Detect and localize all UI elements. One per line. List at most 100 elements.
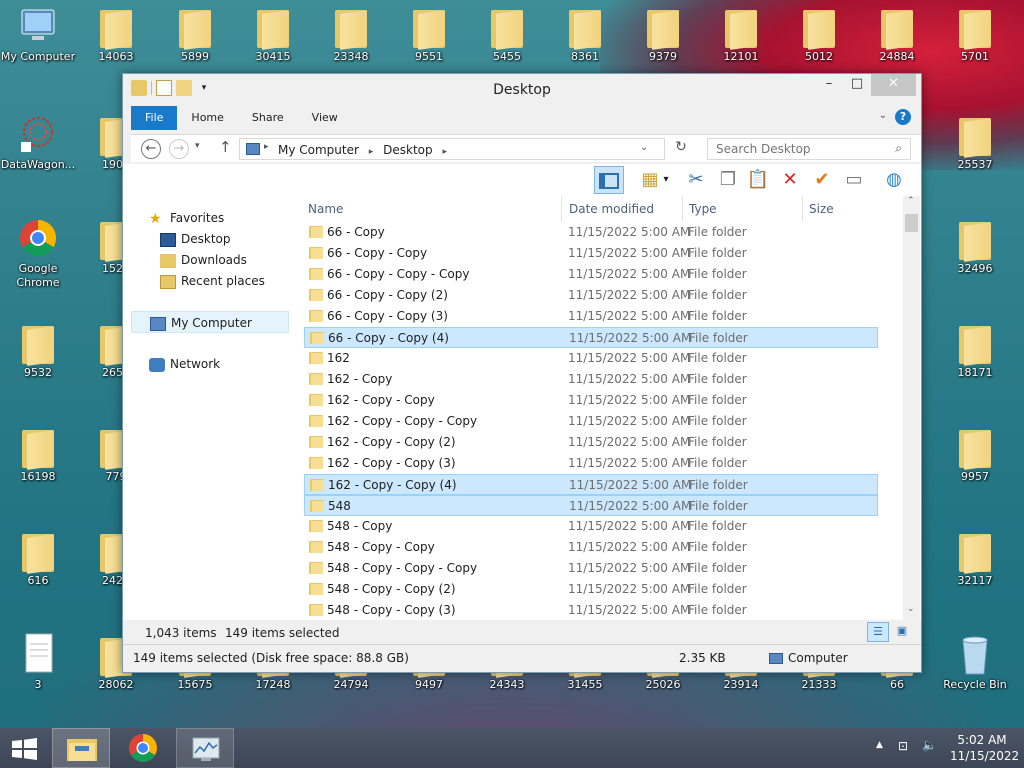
folder-icon <box>413 10 445 50</box>
column-size[interactable]: Size <box>809 202 834 216</box>
table-row[interactable]: 66 - Copy - Copy (4) 11/15/2022 5:00 AM Fi… <box>304 327 878 348</box>
tab-home[interactable]: Home <box>177 106 237 130</box>
nav-recent-places[interactable]: Recent places <box>160 270 265 292</box>
up-button[interactable]: ↑ <box>219 138 232 156</box>
vertical-scrollbar[interactable]: ⌃ ⌄ <box>903 196 920 620</box>
desktop-folder[interactable]: 9957 <box>937 424 1013 484</box>
table-row[interactable]: 548 - Copy - Copy - Copy 11/15/2022 5:00 … <box>304 558 878 579</box>
nav-favorites[interactable]: ★ Favorites <box>149 207 224 229</box>
help-icon[interactable]: ? <box>895 109 911 125</box>
search-icon[interactable]: ⌕ <box>895 141 902 156</box>
desktop-folder[interactable]: 23348 <box>313 4 389 64</box>
table-row[interactable]: 66 - Copy - Copy (3) 11/15/2022 5:00 AM Fi… <box>304 306 878 327</box>
desktop-folder[interactable]: 5701 <box>937 4 1013 64</box>
copy-icon[interactable]: ❐ <box>713 166 743 194</box>
desktop-folder[interactable]: 14063 <box>78 4 154 64</box>
expand-ribbon-icon[interactable]: ⌄ <box>879 110 887 121</box>
desktop-folder[interactable]: 9532 <box>0 320 76 380</box>
column-name[interactable]: Name <box>308 202 343 216</box>
desktop-folder[interactable]: 30415 <box>235 4 311 64</box>
desktop-google-chrome[interactable]: Google Chrome <box>0 216 76 290</box>
scroll-up-icon[interactable]: ⌃ <box>907 196 915 206</box>
show-hidden-icons[interactable]: ▲ <box>876 740 883 750</box>
title-bar[interactable]: ▾ Desktop – □ ✕ <box>123 74 921 105</box>
table-row[interactable]: 162 - Copy - Copy 11/15/2022 5:00 AM File … <box>304 390 878 411</box>
desktop-folder[interactable]: 18171 <box>937 320 1013 380</box>
table-row[interactable]: 162 - Copy - Copy (2) 11/15/2022 5:00 AM F… <box>304 432 878 453</box>
column-date-modified[interactable]: Date modified <box>569 202 654 216</box>
preview-pane-button[interactable] <box>594 166 624 194</box>
desktop-folder[interactable]: 9379 <box>625 4 701 64</box>
nav-downloads[interactable]: Downloads <box>160 249 247 271</box>
cut-icon[interactable]: ✂ <box>681 166 711 194</box>
recent-locations-icon[interactable]: ▾ <box>195 141 200 151</box>
delete-icon[interactable]: ✕ <box>775 166 805 194</box>
table-row[interactable]: 162 11/15/2022 5:00 AM File folder <box>304 348 878 369</box>
details-view-button[interactable]: ☰ <box>867 622 889 642</box>
tab-share[interactable]: Share <box>238 106 298 130</box>
table-row[interactable]: 162 - Copy 11/15/2022 5:00 AM File folder <box>304 369 878 390</box>
close-button[interactable]: ✕ <box>871 74 916 96</box>
column-type[interactable]: Type <box>689 202 717 216</box>
table-row[interactable]: 548 - Copy - Copy 11/15/2022 5:00 AM File … <box>304 537 878 558</box>
table-row[interactable]: 66 - Copy 11/15/2022 5:00 AM File folder <box>304 222 878 243</box>
desktop-folder[interactable]: 8361 <box>547 4 623 64</box>
desktop-recycle-bin[interactable]: Recycle Bin <box>937 632 1013 692</box>
table-row[interactable]: 162 - Copy - Copy (4) 11/15/2022 5:00 AM F… <box>304 474 878 495</box>
desktop-my-computer[interactable]: My Computer <box>0 4 76 64</box>
properties-button-icon[interactable]: ▭ <box>839 166 869 194</box>
taskbar-file-explorer[interactable] <box>52 728 110 768</box>
table-row[interactable]: 162 - Copy - Copy (3) 11/15/2022 5:00 AM F… <box>304 453 878 474</box>
desktop-folder[interactable]: 24884 <box>859 4 935 64</box>
scroll-thumb[interactable] <box>905 214 918 232</box>
desktop-folder[interactable]: 16198 <box>0 424 76 484</box>
desktop-folder[interactable]: 9551 <box>391 4 467 64</box>
table-row[interactable]: 162 - Copy - Copy - Copy 11/15/2022 5:00 … <box>304 411 878 432</box>
address-bar[interactable]: ▸ My Computer ▸ Desktop ▸ ⌄ <box>239 138 665 160</box>
tab-view[interactable]: View <box>298 106 352 130</box>
table-row[interactable]: 66 - Copy - Copy - Copy 11/15/2022 5:00 A… <box>304 264 878 285</box>
volume-icon[interactable]: 🔈 <box>922 738 937 752</box>
desktop-folder[interactable]: 5899 <box>157 4 233 64</box>
address-dropdown-icon[interactable]: ⌄ <box>640 142 648 153</box>
desktop-folder[interactable]: 616 <box>0 528 76 588</box>
desktop-folder[interactable]: 5455 <box>469 4 545 64</box>
table-row[interactable]: 548 - Copy 11/15/2022 5:00 AM File folder <box>304 516 878 537</box>
network-tray-icon[interactable]: ⊡ <box>898 739 908 753</box>
desktop-datawagon[interactable]: DataWagon... <box>0 112 76 172</box>
nav-desktop[interactable]: Desktop <box>160 228 231 250</box>
desktop-file[interactable]: 3 <box>0 632 76 692</box>
taskbar-chrome[interactable] <box>114 728 172 768</box>
taskbar-performance-monitor[interactable] <box>176 728 234 768</box>
breadcrumb-desktop[interactable]: Desktop <box>383 143 433 157</box>
search-box[interactable]: ⌕ <box>707 138 911 160</box>
table-row[interactable]: 66 - Copy - Copy 11/15/2022 5:00 AM File f… <box>304 243 878 264</box>
paste-icon[interactable]: 📋 <box>743 166 773 194</box>
desktop-folder[interactable]: 12101 <box>703 4 779 64</box>
tab-file[interactable]: File <box>131 106 178 130</box>
breadcrumb-my-computer[interactable]: My Computer <box>278 143 359 157</box>
nav-my-computer[interactable]: My Computer <box>131 311 289 333</box>
network-globe-icon[interactable]: ◍ <box>879 166 909 194</box>
table-row[interactable]: 66 - Copy - Copy (2) 11/15/2022 5:00 AM Fi… <box>304 285 878 306</box>
back-button[interactable]: ← <box>141 139 161 159</box>
scroll-down-icon[interactable]: ⌄ <box>907 604 915 614</box>
table-row[interactable]: 548 - Copy - Copy (3) 11/15/2022 5:00 AM F… <box>304 600 878 620</box>
table-row[interactable]: 548 - Copy - Copy (2) 11/15/2022 5:00 AM F… <box>304 579 878 600</box>
view-dropdown-icon[interactable]: ▾ <box>659 166 673 194</box>
refresh-button[interactable]: ↻ <box>671 139 691 159</box>
desktop-folder[interactable]: 25537 <box>937 112 1013 172</box>
search-input[interactable] <box>716 139 886 159</box>
desktop-folder[interactable]: 5012 <box>781 4 857 64</box>
forward-button[interactable]: → <box>169 139 189 159</box>
table-row[interactable]: 548 11/15/2022 5:00 AM File folder <box>304 495 878 516</box>
large-icons-view-button[interactable]: ▣ <box>891 622 913 642</box>
clock[interactable]: 5:02 AM 11/15/2022 <box>950 732 1019 764</box>
maximize-button[interactable]: □ <box>843 74 871 96</box>
start-button[interactable] <box>0 728 58 768</box>
rename-check-icon[interactable]: ✔ <box>807 166 837 194</box>
nav-network[interactable]: Network <box>149 353 220 375</box>
desktop-folder[interactable]: 32117 <box>937 528 1013 588</box>
desktop-folder[interactable]: 32496 <box>937 216 1013 276</box>
minimize-button[interactable]: – <box>815 74 843 96</box>
